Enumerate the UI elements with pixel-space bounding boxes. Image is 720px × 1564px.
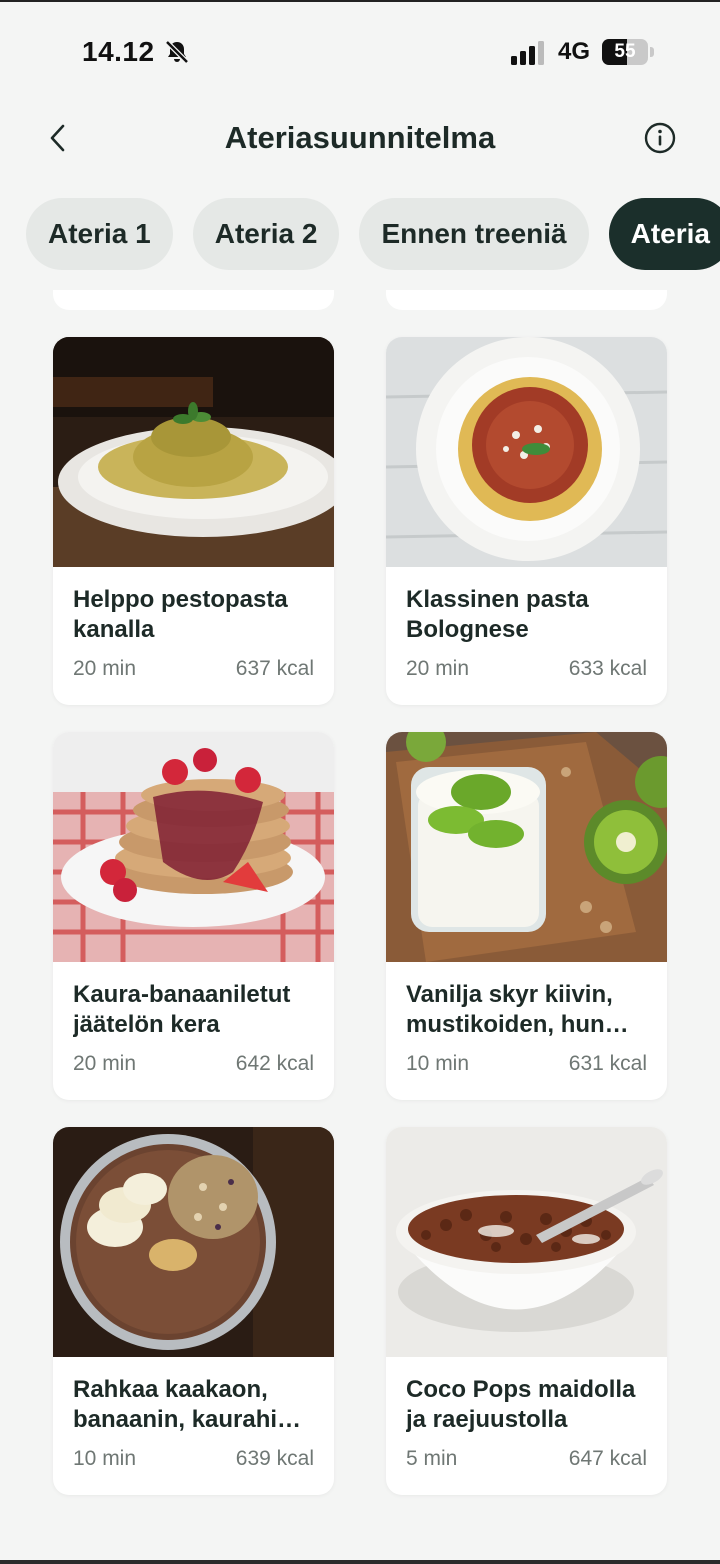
recipe-image-pancakes	[53, 732, 334, 962]
recipe-card-partial[interactable]	[386, 290, 667, 310]
chevron-left-icon	[50, 124, 65, 152]
recipe-card[interactable]: Coco Pops maidolla ja raejuustolla 5 min…	[386, 1127, 667, 1495]
recipe-image-cocoa-bowl	[53, 1127, 334, 1357]
status-bar: 14.12 4G 55	[0, 0, 720, 100]
bottom-edge	[0, 1560, 720, 1564]
tab-ennen-treenia[interactable]: Ennen treeniä	[359, 198, 589, 270]
recipe-card[interactable]: Klassinen pasta Bolognese 20 min 633 kca…	[386, 337, 667, 705]
tab-ateria-2[interactable]: Ateria 2	[192, 198, 340, 270]
page-title: Ateriasuunnitelma	[224, 120, 496, 155]
recipe-kcal: 639 kcal	[235, 1447, 314, 1470]
network-type: 4G	[558, 38, 591, 65]
status-time: 14.12	[82, 36, 155, 67]
recipe-image-coco-pops	[386, 1127, 667, 1357]
recipe-time: 10 min	[406, 1052, 470, 1075]
recipe-time: 20 min	[73, 1052, 137, 1075]
recipe-card[interactable]: Kaura-banaaniletut jäätelön kera 20 min …	[53, 732, 334, 1100]
recipe-time: 20 min	[406, 657, 470, 680]
recipe-image-pesto-pasta	[53, 337, 334, 567]
recipe-time: 5 min	[406, 1447, 458, 1470]
battery-level: 55	[614, 41, 636, 62]
recipe-card[interactable]: Vanilja skyr kiivin, mustikoiden, hun… 1…	[386, 732, 667, 1100]
recipe-time: 20 min	[73, 657, 137, 680]
meal-tabs: Ateria 1 Ateria 2 Ennen treeniä Ateria	[26, 198, 720, 270]
recipe-card[interactable]: Rahkaa kaakaon, banaanin, kaurahi… 10 mi…	[53, 1127, 334, 1495]
tab-ateria-active[interactable]: Ateria	[608, 198, 720, 270]
recipe-kcal: 631 kcal	[568, 1052, 647, 1075]
recipe-kcal: 633 kcal	[568, 657, 647, 680]
recipe-title: Kaura-banaaniletut jäätelön kera	[73, 981, 291, 1038]
recipe-kcal: 642 kcal	[235, 1052, 314, 1075]
back-button[interactable]	[36, 116, 80, 160]
recipe-title: Coco Pops maidolla ja raejuustolla	[406, 1376, 636, 1433]
recipe-kcal: 637 kcal	[235, 657, 314, 680]
recipe-card[interactable]: Helppo pestopasta kanalla 20 min 637 kca…	[53, 337, 334, 705]
recipe-time: 10 min	[73, 1447, 137, 1470]
info-icon	[644, 122, 676, 154]
signal-icon	[511, 41, 544, 65]
recipe-kcal: 647 kcal	[568, 1447, 647, 1470]
info-button[interactable]	[638, 116, 682, 160]
tab-ateria-1[interactable]: Ateria 1	[26, 198, 173, 270]
recipe-title: Vanilja skyr kiivin, mustikoiden, hun…	[406, 981, 629, 1038]
recipe-grid: Helppo pestopasta kanalla 20 min 637 kca…	[0, 290, 720, 1564]
bell-muted-icon	[165, 40, 189, 64]
recipe-card-partial[interactable]	[53, 290, 334, 310]
recipe-title: Klassinen pasta Bolognese	[406, 586, 589, 643]
recipe-image-skyr-kiwi	[386, 732, 667, 962]
recipe-title: Rahkaa kaakaon, banaanin, kaurahi…	[73, 1376, 302, 1433]
battery-icon: 55	[602, 39, 654, 67]
recipe-image-pasta-bolognese	[386, 337, 667, 567]
recipe-title: Helppo pestopasta kanalla	[73, 586, 288, 643]
